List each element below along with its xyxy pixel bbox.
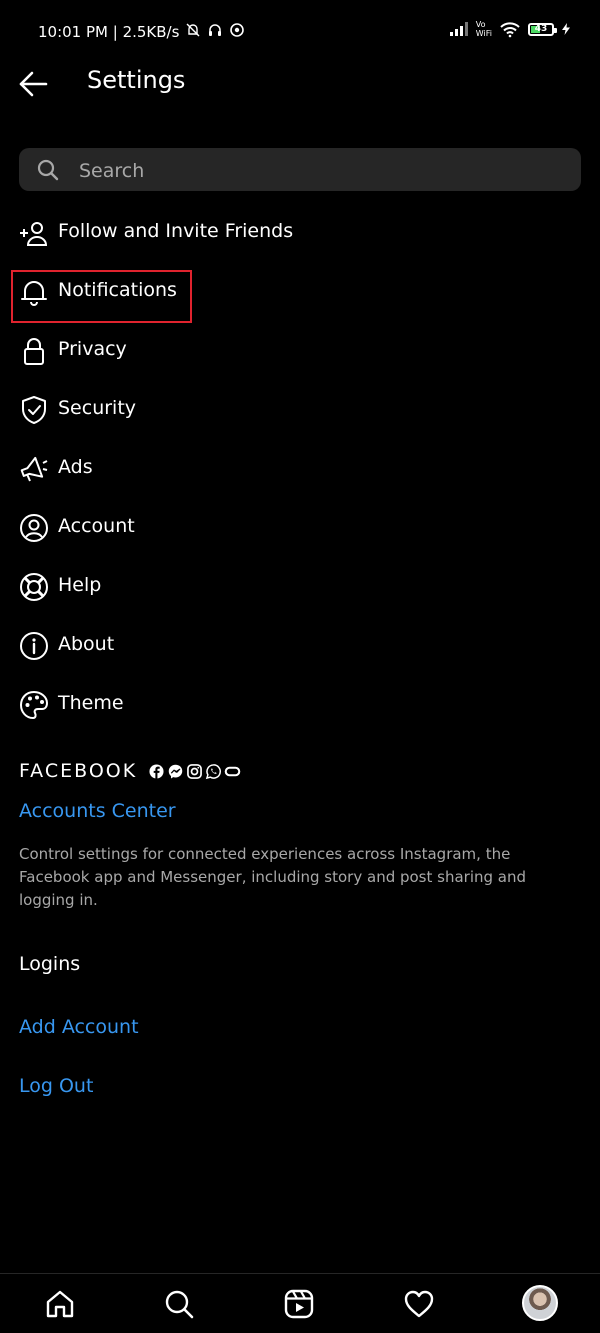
nav-home-button[interactable] bbox=[44, 1288, 76, 1320]
arrow-left-icon bbox=[19, 71, 48, 97]
vowifi-indicator: Vo WiFi bbox=[476, 20, 492, 38]
header: Settings bbox=[0, 58, 600, 112]
menu-item-help[interactable]: Help bbox=[0, 562, 600, 612]
add-person-icon bbox=[20, 222, 48, 246]
vowifi-line2: WiFi bbox=[475, 29, 492, 38]
accounts-center-description: Control settings for connected experienc… bbox=[19, 845, 527, 909]
status-left: 10:01 PM | 2.5KB/s bbox=[38, 22, 245, 42]
menu-item-label: Security bbox=[58, 397, 137, 419]
facebook-section-header: FACEBOOK bbox=[19, 760, 241, 782]
reels-icon bbox=[284, 1289, 314, 1319]
nav-activity-button[interactable] bbox=[403, 1288, 435, 1320]
accounts-center-link[interactable]: Accounts Center bbox=[19, 800, 176, 822]
info-icon bbox=[20, 632, 48, 660]
facebook-apps-icons bbox=[149, 763, 241, 779]
search-bar[interactable] bbox=[19, 148, 581, 193]
profile-avatar[interactable] bbox=[522, 1285, 558, 1321]
back-button[interactable] bbox=[18, 70, 52, 100]
vowifi-line1: Vo bbox=[475, 20, 486, 29]
signal-icon bbox=[449, 22, 468, 36]
messenger-icon bbox=[168, 764, 183, 778]
menu-item-theme[interactable]: Theme bbox=[0, 680, 600, 730]
facebook-icon bbox=[149, 763, 164, 779]
page-title: Settings bbox=[87, 66, 186, 94]
menu-item-about[interactable]: About bbox=[0, 621, 600, 671]
facebook-label: FACEBOOK bbox=[19, 760, 138, 782]
log-out-link[interactable]: Log Out bbox=[19, 1075, 93, 1097]
lock-icon bbox=[24, 338, 44, 365]
logins-heading: Logins bbox=[19, 953, 81, 975]
battery-percent: 43 bbox=[534, 24, 548, 34]
instagram-icon bbox=[187, 763, 203, 779]
charging-icon bbox=[562, 23, 570, 35]
headset-icon bbox=[207, 22, 223, 42]
menu-item-label: Ads bbox=[58, 456, 93, 478]
menu-item-privacy[interactable]: Privacy bbox=[0, 326, 600, 376]
bottom-nav bbox=[0, 1273, 600, 1333]
wifi-icon bbox=[500, 21, 520, 37]
menu-item-security[interactable]: Security bbox=[0, 385, 600, 435]
status-time-speed: 10:01 PM | 2.5KB/s bbox=[38, 23, 180, 41]
lifebuoy-icon bbox=[20, 573, 48, 601]
search-input[interactable] bbox=[77, 148, 561, 193]
menu-item-label: Follow and Invite Friends bbox=[58, 220, 294, 242]
status-bar: 10:01 PM | 2.5KB/s Vo WiFi 43 bbox=[0, 0, 600, 64]
menu-item-ads[interactable]: Ads bbox=[0, 444, 600, 494]
user-circle-icon bbox=[20, 514, 48, 542]
menu-item-label: Help bbox=[58, 574, 102, 596]
add-account-link[interactable]: Add Account bbox=[19, 1016, 139, 1038]
menu-item-account[interactable]: Account bbox=[0, 503, 600, 553]
shield-check-icon bbox=[22, 396, 46, 424]
home-icon bbox=[46, 1290, 74, 1318]
nav-search-button[interactable] bbox=[163, 1288, 195, 1320]
whatsapp-icon bbox=[206, 763, 222, 779]
battery-icon: 43 bbox=[528, 22, 557, 36]
highlight-annotation bbox=[11, 270, 192, 323]
megaphone-icon bbox=[20, 456, 48, 482]
search-icon bbox=[37, 159, 59, 181]
status-right: Vo WiFi 43 bbox=[449, 20, 570, 38]
data-saver-icon bbox=[229, 22, 245, 42]
menu-item-label: Account bbox=[58, 515, 135, 537]
heart-icon bbox=[404, 1290, 434, 1318]
menu-item-follow-invite[interactable]: Follow and Invite Friends bbox=[0, 208, 600, 258]
search-icon bbox=[165, 1290, 194, 1319]
menu-item-label: Privacy bbox=[58, 338, 127, 360]
nav-reels-button[interactable] bbox=[283, 1288, 315, 1320]
oculus-icon bbox=[224, 766, 241, 776]
palette-icon bbox=[19, 690, 49, 720]
menu-item-label: About bbox=[58, 633, 115, 655]
menu-item-label: Theme bbox=[58, 692, 124, 714]
notifications-off-icon bbox=[185, 22, 201, 42]
